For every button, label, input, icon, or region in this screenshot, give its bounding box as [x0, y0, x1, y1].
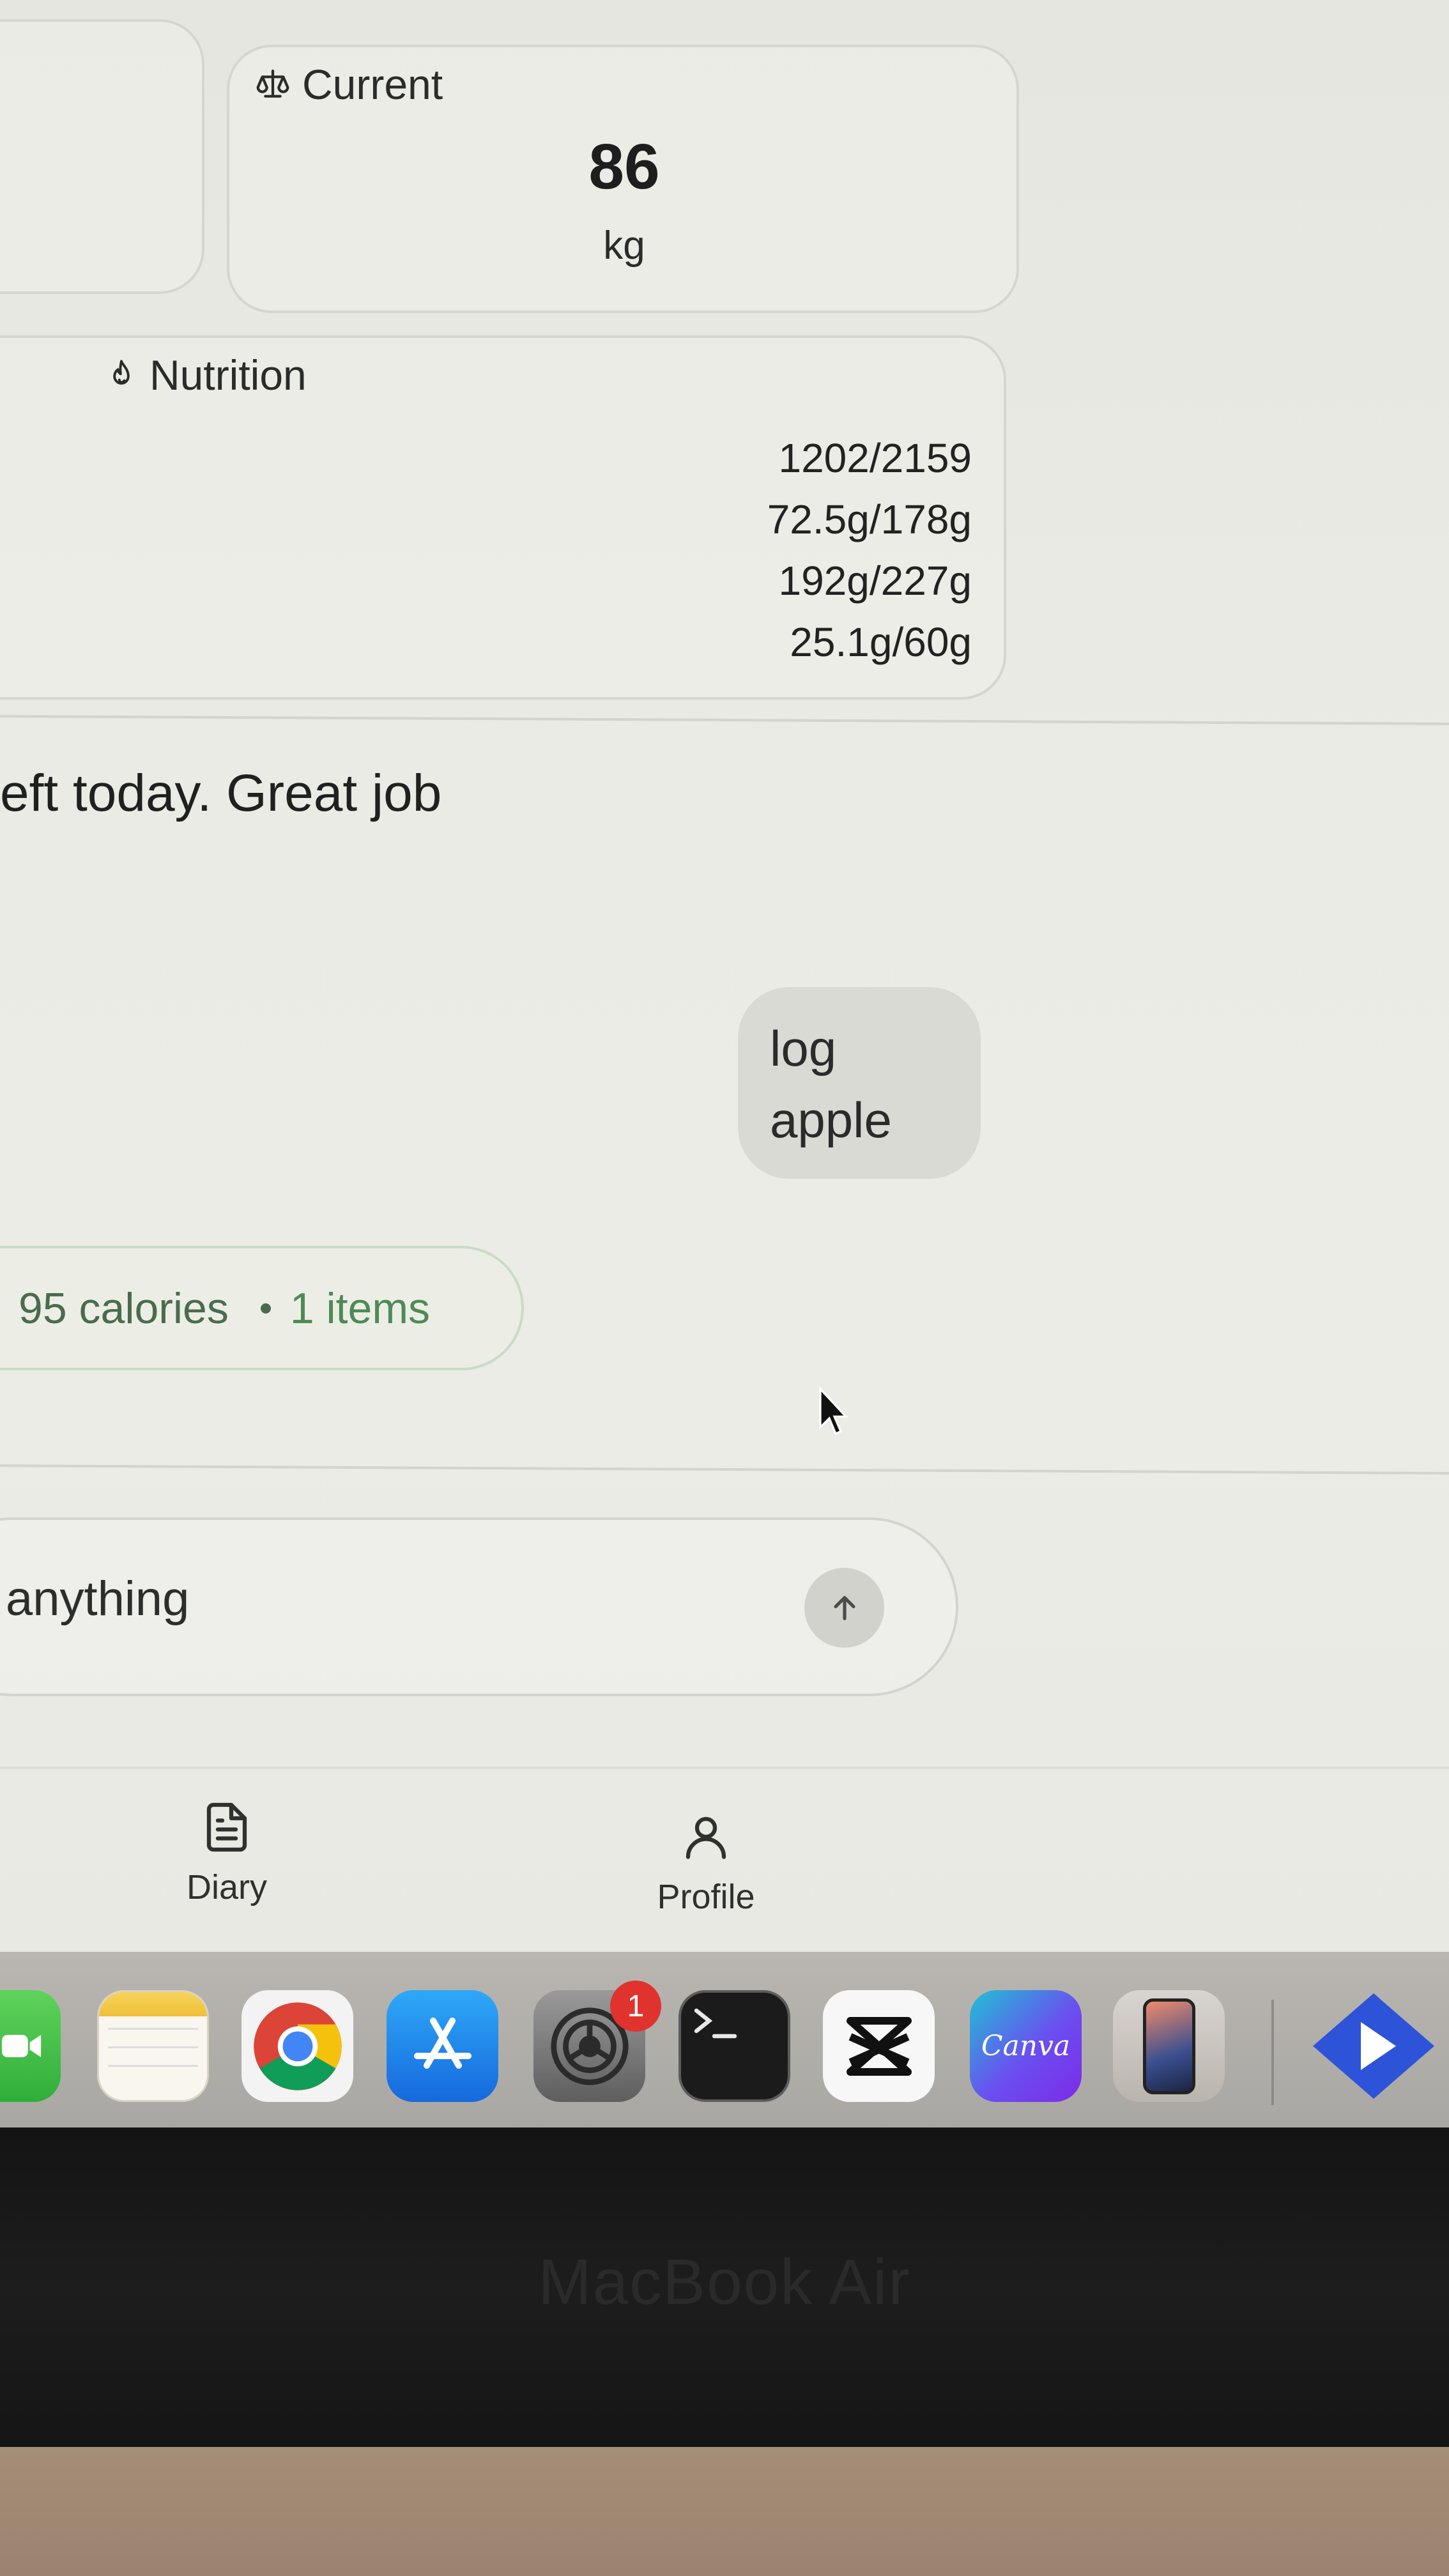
capcut-icon[interactable]	[823, 1990, 935, 2102]
user-message-bubble: log apple	[738, 987, 981, 1179]
nutrition-title: Nutrition	[105, 351, 307, 399]
canva-icon[interactable]: Canva	[970, 1990, 1082, 2102]
nav-profile[interactable]: Profile	[610, 1808, 802, 1917]
mouse-cursor-icon	[819, 1386, 848, 1436]
app-store-icon[interactable]	[387, 1990, 498, 2102]
macos-dock: 1 Canva	[0, 1952, 1449, 2146]
nav-diary-label: Diary	[186, 1868, 267, 1906]
macbook-label: MacBook Air	[538, 2246, 911, 2318]
user-icon	[686, 1816, 726, 1859]
separator-dot	[260, 1303, 271, 1314]
fat-value: 25.1g/60g	[790, 619, 972, 665]
dock-separator	[1271, 2000, 1274, 2105]
current-weight-unit: kg	[603, 224, 645, 268]
notes-icon[interactable]	[97, 1990, 209, 2102]
user-message-line2: apple	[770, 1092, 892, 1148]
document-icon	[206, 1802, 247, 1852]
iphone-mirroring-icon[interactable]	[1113, 1990, 1225, 2102]
current-weight-card[interactable]: Current 86 kg	[227, 45, 1019, 313]
composer-divider	[0, 1464, 1449, 1475]
header-divider	[0, 715, 1449, 725]
nav-diary[interactable]: Diary	[131, 1798, 323, 1907]
nutrition-label: Nutrition	[150, 351, 307, 399]
nav-profile-label: Profile	[657, 1878, 755, 1916]
settings-notification-badge: 1	[610, 1981, 661, 2032]
nav-divider	[0, 1767, 1449, 1769]
assistant-message: eft today. Great job	[0, 764, 442, 822]
facetime-icon[interactable]	[0, 1990, 61, 2102]
arrow-up-icon	[833, 1595, 855, 1620]
stats-card-left[interactable]	[0, 19, 204, 294]
user-message-line1: log	[770, 1020, 837, 1077]
message-input[interactable]: anything	[6, 1571, 189, 1627]
message-composer[interactable]: anything	[0, 1517, 958, 1696]
calories-value: 1202/2159	[778, 435, 972, 481]
current-weight-value: 86	[588, 131, 660, 203]
flame-icon	[113, 360, 130, 385]
chrome-icon[interactable]	[241, 1990, 353, 2102]
scale-icon	[256, 69, 289, 98]
laptop-bezel: MacBook Air	[0, 2128, 1449, 2447]
protein-value: 72.5g/178g	[767, 496, 972, 542]
nutrition-values: 1202/2159 72.5g/178g 192g/227g 25.1g/60g	[767, 427, 972, 673]
logged-summary-pill[interactable]: 95 calories 1 items	[0, 1246, 524, 1370]
nutrition-card[interactable]: Nutrition 1202/2159 72.5g/178g 192g/227g…	[0, 335, 1006, 700]
current-weight-label: Current	[302, 61, 443, 108]
desk-surface	[0, 2447, 1449, 2576]
app-screen: Current 86 kg Nutrition 1202/2159 72.5g/…	[0, 0, 1449, 1955]
current-weight-title: Current	[255, 60, 443, 109]
canva-label: Canva	[981, 2030, 1071, 2062]
prime-video-icon[interactable]	[1310, 1990, 1438, 2102]
carbs-value: 192g/227g	[778, 558, 972, 604]
terminal-icon[interactable]	[678, 1990, 790, 2102]
summary-items: 1 items	[289, 1284, 431, 1333]
summary-calories: 95 calories	[19, 1284, 229, 1333]
send-button[interactable]	[804, 1568, 884, 1648]
